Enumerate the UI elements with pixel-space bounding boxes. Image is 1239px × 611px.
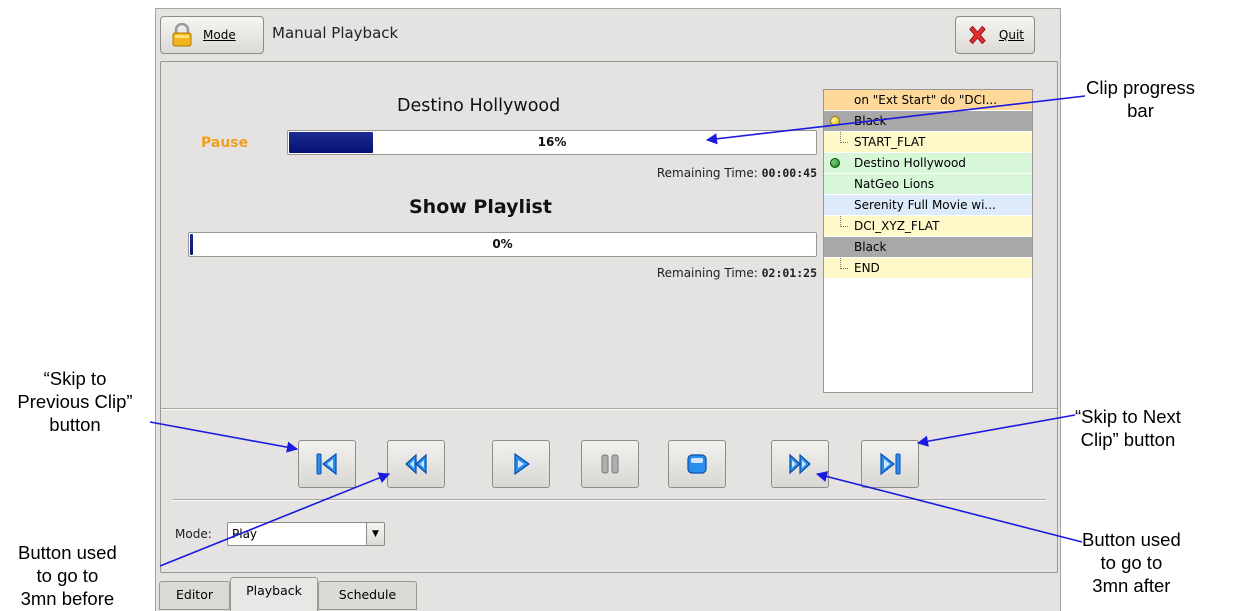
playlist-item-label: NatGeo Lions — [854, 177, 935, 191]
quit-button-label: Quit — [998, 28, 1024, 42]
mode-button-label: Mode — [203, 28, 236, 42]
pause-icon — [601, 454, 619, 474]
fast-forward-button[interactable] — [771, 440, 829, 488]
playlist-item-label: Black — [854, 114, 887, 128]
clip-title: Destino Hollywood — [397, 96, 561, 116]
stop-icon — [687, 454, 707, 474]
playlist-list[interactable]: on "Ext Start" do "DCI... Black START_FLAT… — [823, 89, 1033, 393]
mode-select[interactable]: Play ▼ — [227, 522, 385, 546]
clip-remaining-label: Remaining Time: — [656, 166, 758, 180]
divider — [161, 408, 1057, 410]
playlist-item[interactable]: Black — [824, 111, 1032, 131]
tab-playback[interactable]: Playback — [230, 577, 318, 611]
playback-window: Mode Manual Playback Quit Destino Hollyw… — [155, 8, 1061, 611]
skip-previous-clip-button[interactable] — [298, 440, 356, 488]
show-playlist-title: Show Playlist — [409, 196, 552, 218]
playlist-item[interactable]: on "Ext Start" do "DCI... — [824, 90, 1032, 110]
tab-schedule[interactable]: Schedule — [318, 581, 417, 610]
playlist-item[interactable]: END — [824, 258, 1032, 278]
mode-button[interactable]: Mode — [160, 16, 264, 54]
playlist-item-label: Black — [854, 240, 887, 254]
show-progress-bar: 0% — [188, 232, 817, 257]
playlist-item[interactable]: Black — [824, 237, 1032, 257]
playlist-item-label: END — [854, 261, 880, 275]
skip-next-clip-button[interactable] — [861, 440, 919, 488]
green-status-dot-icon — [830, 158, 840, 168]
clip-remaining-time: Remaining Time: 00:00:45 — [657, 166, 817, 180]
show-remaining-value: 02:01:25 — [761, 266, 817, 280]
fast-forward-icon — [789, 453, 811, 475]
play-button[interactable] — [492, 440, 550, 488]
stop-button[interactable] — [668, 440, 726, 488]
show-remaining-label: Remaining Time: — [656, 266, 758, 280]
tree-branch-icon — [840, 258, 848, 269]
rewind-button[interactable] — [387, 440, 445, 488]
mode-select-value: Play — [232, 527, 258, 541]
skip-next-icon — [880, 452, 901, 476]
skip-previous-icon — [316, 452, 337, 476]
show-remaining-time: Remaining Time: 02:01:25 — [657, 266, 817, 280]
tree-branch-icon — [840, 216, 848, 227]
playlist-item[interactable]: Serenity Full Movie wi... — [824, 195, 1032, 215]
divider — [173, 499, 1046, 501]
annotation-skip-previous: “Skip to Previous Clip” button — [17, 368, 133, 435]
playlist-item-label: DCI_XYZ_FLAT — [854, 219, 940, 233]
yellow-status-dot-icon — [830, 116, 840, 126]
window-title: Manual Playback — [272, 24, 399, 42]
chevron-down-icon[interactable]: ▼ — [366, 523, 384, 545]
annotation-fast-forward: Button used to go to 3mn after — [1082, 529, 1181, 596]
annotation-skip-next: “Skip to Next Clip” button — [1075, 406, 1181, 450]
rewind-icon — [405, 453, 427, 475]
playback-panel: Destino Hollywood Pause 16% Remaining Ti… — [160, 61, 1058, 573]
playlist-item-label: on "Ext Start" do "DCI... — [854, 93, 998, 107]
close-x-icon — [969, 25, 986, 45]
play-icon — [514, 452, 531, 476]
top-toolbar: Mode Manual Playback Quit — [156, 9, 1060, 61]
playlist-item-label: Destino Hollywood — [854, 156, 966, 170]
lock-icon — [172, 23, 192, 47]
annotation-rewind: Button used to go to 3mn before — [18, 542, 117, 609]
quit-button[interactable]: Quit — [955, 16, 1035, 54]
tab-editor[interactable]: Editor — [159, 581, 230, 610]
clip-progress-bar: 16% — [287, 130, 817, 155]
mode-select-label: Mode: — [175, 527, 212, 541]
playlist-item[interactable]: NatGeo Lions — [824, 174, 1032, 194]
playlist-item-label: Serenity Full Movie wi... — [854, 198, 996, 212]
clip-progress-percent: 16% — [537, 135, 567, 149]
playback-status: Pause — [201, 135, 249, 151]
playlist-item[interactable]: DCI_XYZ_FLAT — [824, 216, 1032, 236]
show-progress-percent: 0% — [492, 237, 513, 251]
playlist-item[interactable]: START_FLAT — [824, 132, 1032, 152]
playlist-item[interactable]: Destino Hollywood — [824, 153, 1032, 173]
pause-button[interactable] — [581, 440, 639, 488]
annotation-clip-progress: Clip progress bar — [1086, 77, 1195, 121]
tree-branch-icon — [840, 132, 848, 143]
playlist-item-label: START_FLAT — [854, 135, 926, 149]
clip-remaining-value: 00:00:45 — [761, 166, 817, 180]
